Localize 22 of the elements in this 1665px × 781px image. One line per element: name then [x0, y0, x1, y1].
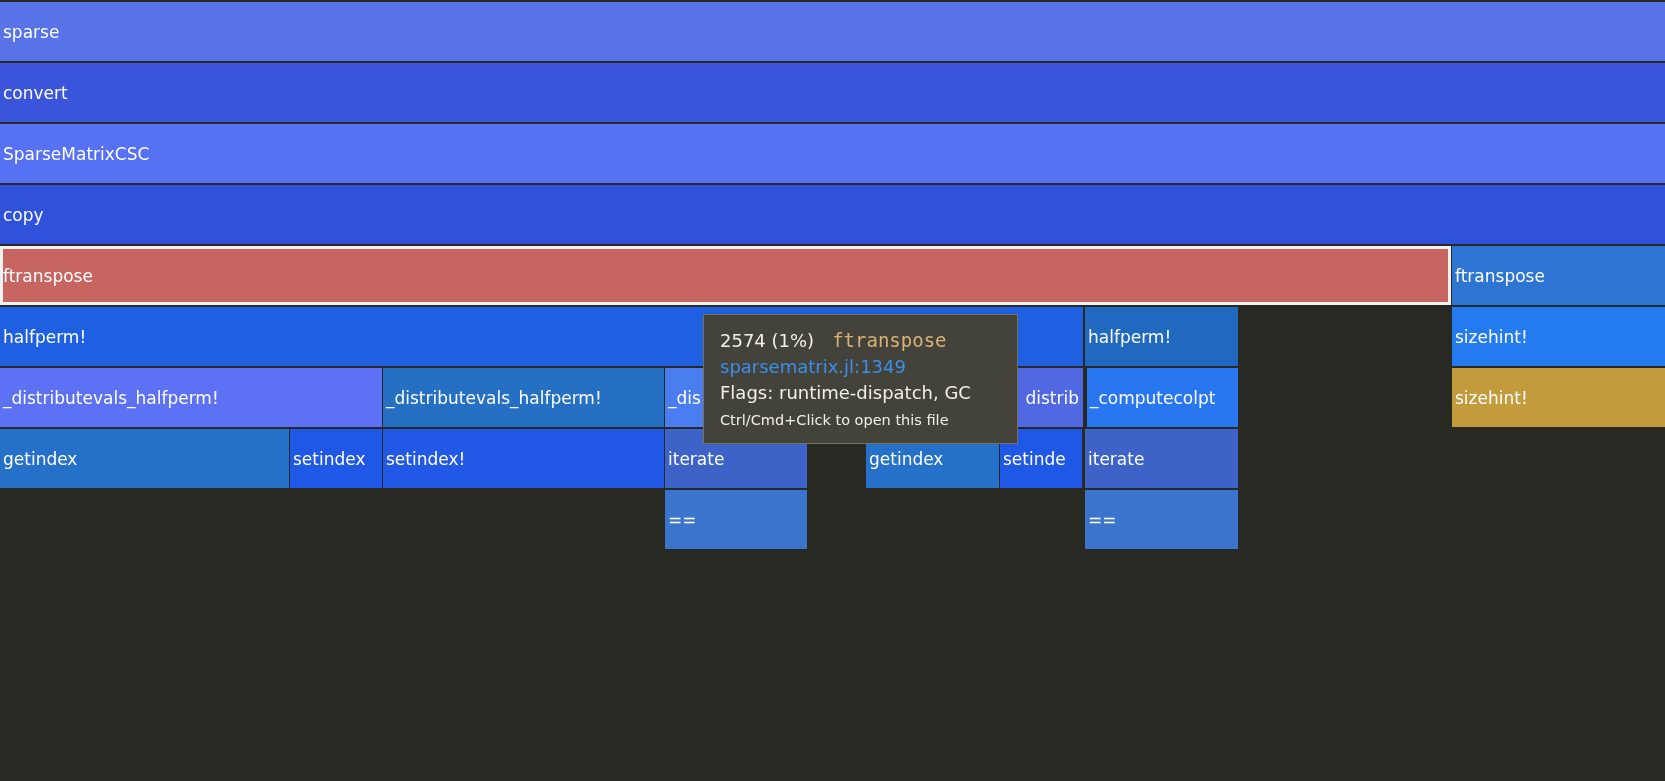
- flame-frame[interactable]: ==: [665, 490, 807, 549]
- sample-count: 2574 (1%): [720, 329, 815, 353]
- function-name: ftranspose: [832, 328, 947, 353]
- flame-frame[interactable]: halfperm!: [1085, 307, 1238, 366]
- flame-frame[interactable]: setinde: [1000, 429, 1082, 488]
- flame-frame[interactable]: ==: [1085, 490, 1238, 549]
- flame-frame[interactable]: iterate: [1085, 429, 1238, 488]
- flame-frame[interactable]: setindex!: [383, 429, 664, 488]
- flame-frame[interactable]: SparseMatrixCSC: [0, 124, 1665, 183]
- flame-frame[interactable]: getindex: [0, 429, 289, 488]
- flame-frame[interactable]: copy: [0, 185, 1665, 244]
- flame-frame[interactable]: ftranspose: [1452, 246, 1665, 305]
- open-hint: Ctrl/Cmd+Click to open this file: [720, 412, 949, 428]
- flame-frame[interactable]: sizehint!: [1452, 307, 1665, 366]
- flame-frame[interactable]: _distributevals_halfperm!: [0, 368, 382, 427]
- flame-frame[interactable]: convert: [0, 63, 1665, 122]
- flame-frame[interactable]: sparse: [0, 2, 1665, 61]
- flame-frame[interactable]: _distributevals_halfperm!: [383, 368, 664, 427]
- flame-frame[interactable]: setindex: [290, 429, 382, 488]
- flame-frame[interactable]: _computecolpt: [1087, 368, 1238, 427]
- flame-frame[interactable]: ftranspose: [0, 246, 1451, 305]
- flame-frame[interactable]: sizehint!: [1452, 368, 1665, 427]
